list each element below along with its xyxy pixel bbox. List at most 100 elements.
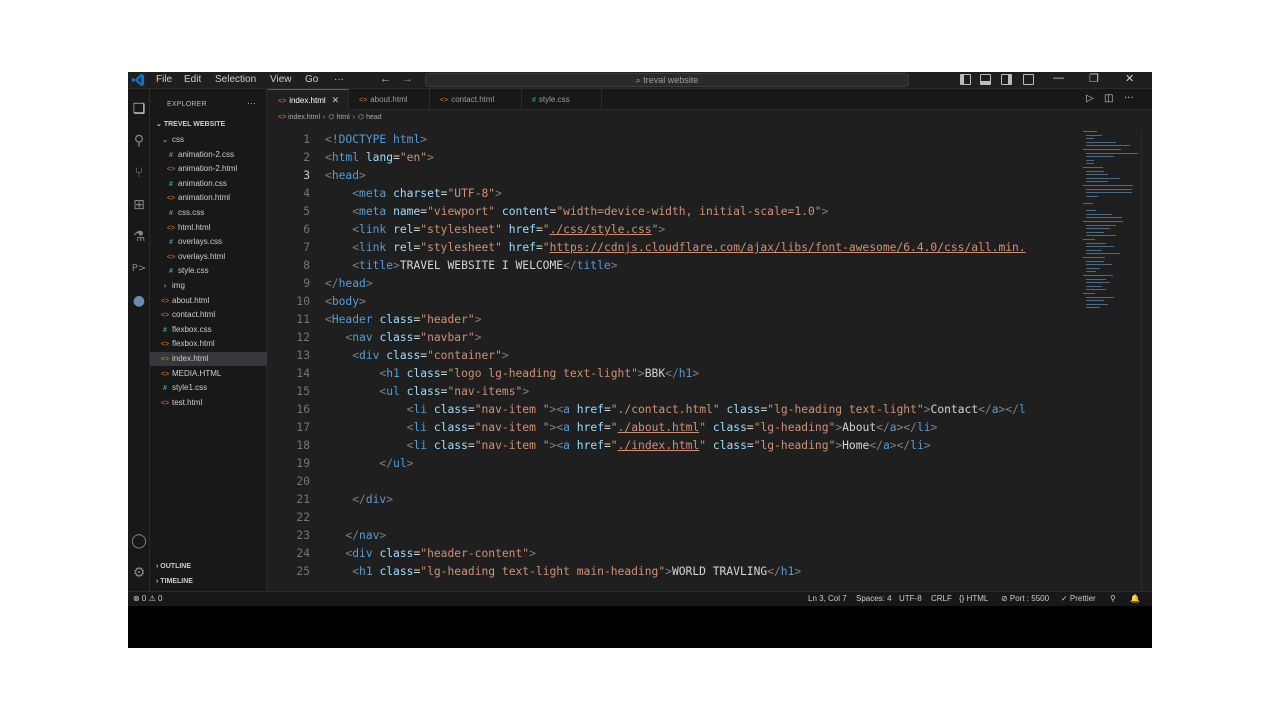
language-mode[interactable]: {} HTML: [959, 594, 988, 603]
code-line[interactable]: 16 <li class="nav-item "><a href="./cont…: [268, 401, 1080, 419]
menu-selection[interactable]: Selection: [215, 74, 256, 85]
split-editor-icon[interactable]: ◫: [1104, 93, 1113, 104]
tree-item-about-html[interactable]: <> about.html: [150, 294, 267, 308]
menu-edit[interactable]: Edit: [184, 74, 201, 85]
menu-go[interactable]: Go: [305, 74, 318, 85]
encoding[interactable]: UTF-8: [899, 594, 922, 603]
breadcrumb-item[interactable]: head: [366, 114, 382, 121]
toggle-primary-sidebar-icon[interactable]: [960, 74, 971, 85]
prettier-status[interactable]: ✓ Prettier: [1061, 594, 1096, 603]
tree-item-flexbox-css[interactable]: # flexbox.css: [150, 323, 267, 337]
python-icon[interactable]: ●: [130, 292, 148, 310]
tree-item-css-css[interactable]: # css.css: [150, 206, 267, 220]
tree-item-css[interactable]: ⌄ css: [150, 133, 267, 147]
code-line[interactable]: 22: [268, 509, 1080, 527]
code-line[interactable]: 15 <ul class="nav-items">: [268, 383, 1080, 401]
source-control-icon[interactable]: ⑂: [130, 164, 148, 182]
tree-item-contact-html[interactable]: <> contact.html: [150, 308, 267, 322]
outline-section[interactable]: › OUTLINE: [156, 563, 191, 570]
menu-view[interactable]: View: [270, 74, 292, 85]
code-line[interactable]: 10 <body>: [268, 293, 1080, 311]
search-view-icon[interactable]: ⚲: [130, 132, 148, 150]
problems-indicator[interactable]: ⊗ 0 ⚠ 0: [133, 594, 162, 603]
timeline-section[interactable]: › TIMELINE: [156, 578, 193, 585]
explorer-icon[interactable]: ❏: [130, 100, 148, 118]
code-token: class: [379, 547, 414, 560]
project-folder-header[interactable]: ⌄ TREVEL WEBSITE: [156, 120, 225, 128]
tree-item-animation-css[interactable]: # animation.css: [150, 177, 267, 191]
code-line[interactable]: 6 <link rel="stylesheet" href="./css/sty…: [268, 221, 1080, 239]
notifications-bell-icon[interactable]: 🔔: [1130, 594, 1140, 603]
code-line[interactable]: 11 <Header class="header">: [268, 311, 1080, 329]
code-line[interactable]: 7 <link rel="stylesheet" href="https://c…: [268, 239, 1080, 257]
toggle-secondary-sidebar-icon[interactable]: [1001, 74, 1012, 85]
settings-gear-icon[interactable]: ⚙: [130, 564, 148, 582]
menu-more[interactable]: ···: [334, 74, 344, 85]
code-line[interactable]: 23 </nav>: [268, 527, 1080, 545]
close-tab-icon[interactable]: ✕: [332, 95, 340, 105]
toggle-panel-icon[interactable]: [980, 74, 991, 85]
code-line[interactable]: 5 <meta name="viewport" content="width=d…: [268, 203, 1080, 221]
code-line[interactable]: 18 <li class="nav-item "><a href="./inde…: [268, 437, 1080, 455]
forward-arrow-icon[interactable]: →: [402, 73, 413, 85]
code-line[interactable]: 2 <html lang="en">: [268, 149, 1080, 167]
accounts-icon[interactable]: ◯: [130, 532, 148, 550]
vertical-scrollbar[interactable]: [1141, 131, 1151, 591]
extensions-icon[interactable]: ⊞: [130, 196, 148, 214]
code-line[interactable]: 12 <nav class="navbar">: [268, 329, 1080, 347]
tree-item-html-html[interactable]: <> html.html: [150, 221, 267, 235]
run-icon[interactable]: ▷: [1086, 93, 1094, 104]
code-token: body: [331, 295, 360, 308]
tab-style-css[interactable]: # style.css: [522, 89, 602, 110]
minimap[interactable]: [1081, 131, 1141, 331]
tab-contact-html[interactable]: <> contact.html: [430, 89, 522, 110]
code-line[interactable]: 24 <div class="header-content">: [268, 545, 1080, 563]
customize-layout-icon[interactable]: [1023, 74, 1034, 85]
code-line[interactable]: 9 </head>: [268, 275, 1080, 293]
code-line[interactable]: 1 <!DOCTYPE html>: [268, 131, 1080, 149]
code-line[interactable]: 14 <h1 class="logo lg-heading text-light…: [268, 365, 1080, 383]
indentation[interactable]: Spaces: 4: [856, 594, 892, 603]
tab-index-html[interactable]: <> index.html ✕: [268, 89, 349, 110]
tab-about-html[interactable]: <> about.html: [349, 89, 430, 110]
tree-item-media-html[interactable]: <> MEDIA.HTML: [150, 367, 267, 381]
code-line[interactable]: 13 <div class="container">: [268, 347, 1080, 365]
tree-item-index-html[interactable]: <> index.html: [150, 352, 267, 366]
breadcrumb-item[interactable]: html: [336, 114, 349, 121]
tree-item-style-css[interactable]: # style.css: [150, 264, 267, 278]
tree-item-overlays-css[interactable]: # overlays.css: [150, 235, 267, 249]
testing-icon[interactable]: ⚗: [130, 228, 148, 246]
code-line[interactable]: 21 </div>: [268, 491, 1080, 509]
code-editor[interactable]: 1 <!DOCTYPE html> 2 <html lang="en"> 3 <head>…: [268, 131, 1152, 591]
close-window-icon[interactable]: ✕: [1125, 72, 1134, 85]
code-line[interactable]: 17 <li class="nav-item "><a href="./abou…: [268, 419, 1080, 437]
tree-item-flexbox-html[interactable]: <> flexbox.html: [150, 337, 267, 351]
tree-item-img[interactable]: › img: [150, 279, 267, 293]
menu-file[interactable]: File: [156, 74, 172, 85]
live-server-port[interactable]: ⊘ Port : 5500: [1001, 594, 1049, 603]
tree-item-style1-css[interactable]: # style1.css: [150, 381, 267, 395]
tree-item-animation-html[interactable]: <> animation.html: [150, 191, 267, 205]
restore-icon[interactable]: ❐: [1089, 72, 1099, 85]
code-line[interactable]: 20: [268, 473, 1080, 491]
code-line[interactable]: 8 <title>TRAVEL WEBSITE I WELCOME</title…: [268, 257, 1080, 275]
command-center-search[interactable]: ⌕ treval website: [425, 73, 909, 87]
copilot-icon[interactable]: ⚲: [1110, 594, 1116, 603]
code-line[interactable]: 19 </ul>: [268, 455, 1080, 473]
tree-item-test-html[interactable]: <> test.html: [150, 396, 267, 410]
tree-item-overlays-html[interactable]: <> overlays.html: [150, 250, 267, 264]
code-token: TRAVEL WEBSITE I WELCOME: [399, 259, 564, 272]
explorer-more-icon[interactable]: ···: [247, 98, 256, 108]
breadcrumb-item[interactable]: index.html: [288, 114, 320, 121]
tree-item-animation-2-css[interactable]: # animation-2.css: [150, 148, 267, 162]
cursor-position[interactable]: Ln 3, Col 7: [808, 594, 847, 603]
tree-item-animation-2-html[interactable]: <> animation-2.html: [150, 162, 267, 176]
minimize-icon[interactable]: —: [1053, 72, 1064, 84]
code-line[interactable]: 3 <head>: [268, 167, 1080, 185]
powershell-icon[interactable]: P>: [130, 260, 148, 278]
code-line[interactable]: 4 <meta charset="UTF-8">: [268, 185, 1080, 203]
line-endings[interactable]: CRLF: [931, 594, 952, 603]
editor-more-icon[interactable]: ···: [1124, 93, 1134, 104]
code-line[interactable]: 25 <h1 class="lg-heading text-light main…: [268, 563, 1080, 581]
back-arrow-icon[interactable]: ←: [380, 73, 391, 85]
